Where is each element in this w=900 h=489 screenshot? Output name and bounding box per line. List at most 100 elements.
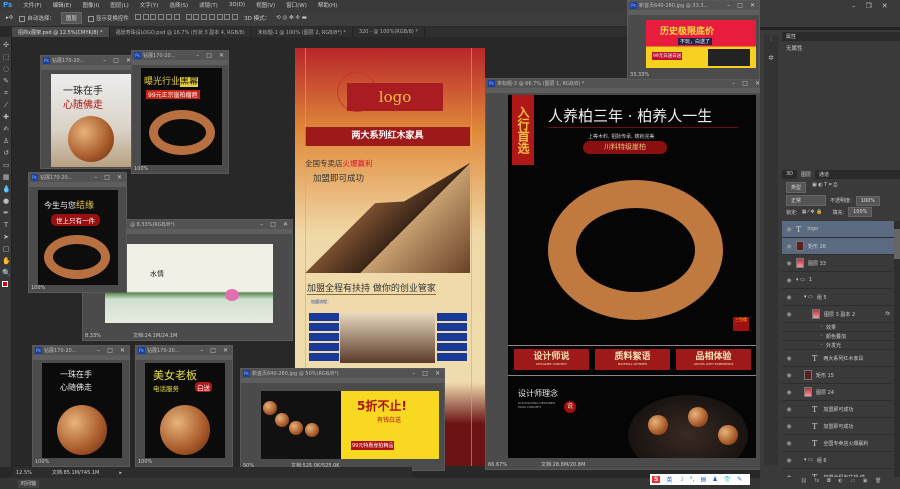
maximize-icon[interactable]: □ — [737, 2, 743, 9]
banner-canvas[interactable]: 5折不止! 有钱白送 99元特惠崖柏精品 — [261, 391, 439, 459]
eye-icon[interactable]: ◉ — [782, 372, 796, 379]
eye-icon[interactable]: ◉ — [782, 294, 796, 301]
status-menu-arrow-icon[interactable]: ▸ — [119, 470, 122, 476]
blend-mode-dropdown[interactable]: 正常 — [786, 195, 826, 206]
window-titlebar[interactable]: Ps 新首页640-280.jpg @ 33.3... – □ ✕ — [628, 1, 759, 10]
move-tool-icon[interactable]: ✣ — [2, 41, 10, 49]
menu-type[interactable]: 文字(Y) — [140, 1, 159, 9]
maximize-icon[interactable]: □ — [422, 370, 428, 377]
zoom-level[interactable]: 100% — [134, 166, 148, 172]
fx-icon[interactable]: fx — [885, 311, 890, 317]
layer-row[interactable]: ◉ ▾ ▭ 1 — [782, 272, 894, 289]
layer-row[interactable]: ◦ 外发光 — [782, 341, 894, 350]
tab-document-2[interactable]: 福景寿珠设LOGO.psd @ 16.7% (形状 3 副本 4, RGB/8) — [110, 27, 252, 37]
filter-icons[interactable]: ▣ ◐ T ⌗ ⎙ — [812, 182, 837, 193]
ad-canvas[interactable]: 今生与您结缘 世上只有一件 — [38, 190, 118, 285]
opacity-input[interactable]: 100% — [855, 195, 880, 206]
zoom-level[interactable]: 100% — [138, 459, 152, 465]
menu-view[interactable]: 视图(V) — [256, 1, 275, 9]
eye-icon[interactable]: ◉ — [782, 226, 796, 233]
eraser-tool-icon[interactable]: ▭ — [2, 161, 10, 169]
align-icons[interactable] — [134, 14, 180, 22]
window-titlebar[interactable]: Ps 钻展170-20... – □ ✕ — [136, 346, 232, 355]
move-tool-icon[interactable]: ▸✣ — [6, 15, 13, 21]
close-icon[interactable]: ✕ — [120, 347, 125, 354]
eye-icon[interactable]: ◉ — [782, 243, 796, 250]
ime-language[interactable]: 英 — [666, 475, 672, 484]
tab-layers[interactable]: 图层 — [797, 170, 816, 179]
layer-row[interactable]: ◦ 效果 — [782, 323, 894, 332]
show-transform-checkbox[interactable]: 显示变换控件 — [87, 14, 129, 22]
menu-layer[interactable]: 图层(L) — [110, 1, 128, 9]
lock-icons[interactable]: ▦ ⁄ ✥ 🔒 — [802, 209, 823, 215]
distribute-icons[interactable] — [185, 14, 239, 22]
layer-row[interactable]: ◉ T 加盟即可成功 — [782, 418, 894, 435]
eye-icon[interactable]: ◉ — [782, 277, 796, 284]
window-titlebar[interactable]: Ps 新首页640-280.jpg @ 50%(RGB/8*) – □ ✕ — [241, 369, 444, 378]
window-titlebar[interactable]: Ps 钻展170-20... – □ ✕ — [41, 56, 135, 65]
eye-icon[interactable]: ◉ — [782, 406, 796, 413]
adjustments-icon[interactable]: ✲ — [764, 54, 778, 62]
fill-input[interactable]: 100% — [848, 207, 873, 217]
skin-icon[interactable]: 👕 — [724, 476, 731, 483]
eye-icon[interactable]: ◉ — [782, 440, 796, 447]
keyboard-icon[interactable]: ▤ — [701, 476, 707, 483]
properties-panel-tab[interactable]: 属性 — [782, 32, 900, 41]
brush-tool-icon[interactable]: ✍ — [2, 125, 10, 133]
layers-scrollbar[interactable] — [894, 221, 900, 477]
close-icon[interactable]: ✕ — [223, 347, 228, 354]
eyedropper-tool-icon[interactable]: ⁄ — [2, 101, 10, 109]
layers-footer-icons[interactable]: ⛓ fx ◘ ◐ ▭ ▣ 🗑 — [782, 478, 900, 489]
layer-filter-dropdown[interactable]: 类型 — [786, 182, 807, 193]
product-canvas[interactable]: 入行首选 人养柏三年 · 柏养人一生 上等木料, 祖脉传承, 铸就完美 川料特级… — [508, 95, 756, 458]
zoom-level[interactable]: 66.67% — [488, 462, 507, 468]
zoom-level[interactable]: 33.33% — [630, 72, 649, 78]
layer-row[interactable]: ◉ 矩形 15 — [782, 367, 894, 384]
timeline-tab[interactable]: 时间轴 — [18, 480, 40, 488]
layer-row[interactable]: ◉ ▾ ▭ 组 6 — [782, 452, 894, 469]
tab-document-3[interactable]: 未标题-1 @ 100% (图层 2, RGB/8*) * — [252, 27, 353, 37]
minimize-icon[interactable]: – — [94, 174, 97, 181]
menu-help[interactable]: 帮助(H) — [318, 1, 337, 9]
menu-edit[interactable]: 编辑(E) — [53, 1, 72, 9]
zoom-level[interactable]: 100% — [31, 285, 45, 291]
minimize-icon[interactable]: – — [103, 57, 106, 64]
designer-concept-button[interactable]: 设计师说 DESIGNER CONCEPT — [514, 349, 589, 370]
auto-select-checkbox[interactable]: 自动选择： — [19, 14, 55, 22]
promo-canvas[interactable]: 历史极限底价 不玩，白送了 99元白送白送 — [646, 20, 756, 68]
maximize-icon[interactable]: □ — [206, 52, 212, 59]
punct-icon[interactable]: °, — [690, 476, 695, 483]
tab-channels[interactable]: 通道 — [815, 170, 833, 179]
minimize-icon[interactable]: – — [412, 370, 415, 377]
zoom-tool-icon[interactable]: 🔍 — [2, 269, 11, 277]
ime-toolbar[interactable]: S 英 ☽ °, ▤ ♟ 👕 ✎ — [650, 474, 750, 485]
restore-icon[interactable]: ❐ — [866, 2, 872, 10]
landscape-canvas[interactable]: 水情 — [105, 244, 273, 323]
layer-row[interactable]: ◉ 图层 24 — [782, 384, 894, 401]
zoom-level[interactable]: 12.5% — [16, 470, 32, 476]
menu-image[interactable]: 图像(I) — [82, 1, 99, 9]
user-icon[interactable]: ♟ — [712, 476, 717, 483]
menu-window[interactable]: 窗口(W) — [286, 1, 307, 9]
properties-panel-icon[interactable]: ⫶ — [764, 35, 778, 44]
ad-canvas[interactable]: 一珠在手 心随佛走 — [51, 74, 131, 167]
minimize-icon[interactable]: – — [727, 2, 730, 9]
lasso-tool-icon[interactable]: ◌ — [2, 65, 10, 73]
ad-canvas[interactable]: 曝光行业黑幕 99元正宗崖柏瘤疤 — [141, 68, 222, 165]
close-icon[interactable]: ✕ — [750, 2, 755, 9]
layer-row[interactable]: ◉ T 加盟全程有扶持 做... — [782, 469, 894, 478]
maximize-icon[interactable]: □ — [742, 80, 748, 87]
zoom-level[interactable]: 100% — [35, 459, 49, 465]
tab-document-1[interactable]: 招商x展架.psd @ 12.5%(CMYK/8) * — [12, 27, 110, 37]
window-titlebar[interactable]: Ps 钻展170-20... – □ ✕ — [33, 346, 129, 355]
layer-row[interactable]: ◉ 矩形 26 — [782, 238, 894, 255]
layer-row[interactable]: ◉ T 加盟即可成功 — [782, 401, 894, 418]
maximize-icon[interactable]: □ — [104, 174, 110, 181]
eye-icon[interactable]: ◉ — [782, 355, 796, 362]
minimize-icon[interactable]: – — [852, 2, 856, 10]
healing-tool-icon[interactable]: ✚ — [2, 113, 10, 121]
minimize-icon[interactable]: – — [97, 347, 100, 354]
minimize-icon[interactable]: – — [200, 347, 203, 354]
maximize-icon[interactable]: □ — [270, 221, 276, 228]
ad-canvas[interactable]: 美女老板 电话服务 白送 — [145, 363, 225, 458]
